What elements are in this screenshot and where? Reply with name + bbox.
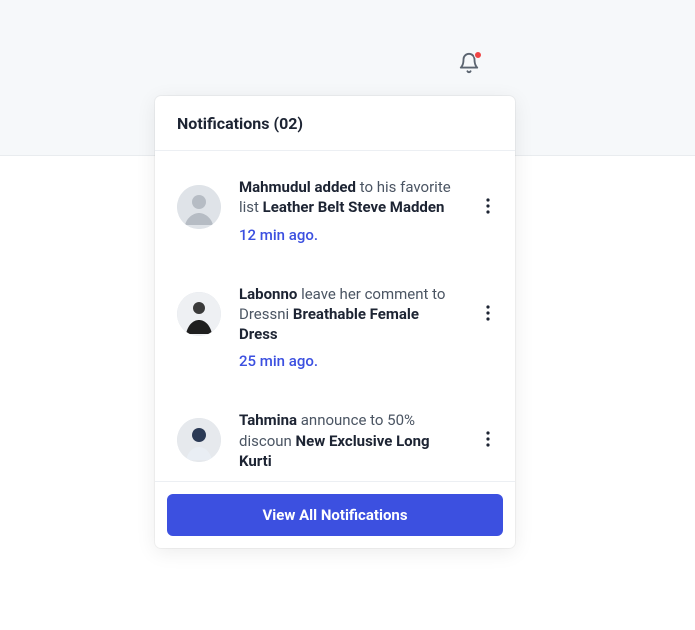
notification-item[interactable]: Tahmina announce to 50% discoun New Excl… [155, 388, 515, 481]
more-vertical-icon [486, 305, 490, 321]
notification-menu-button[interactable] [479, 304, 497, 322]
notification-indicator-dot [474, 51, 482, 59]
notification-item[interactable]: Mahmudul added to his favorite list Leat… [155, 155, 515, 262]
more-vertical-icon [486, 431, 490, 447]
notification-item[interactable]: Labonno leave her comment to Dressni Bre… [155, 262, 515, 389]
notifications-list[interactable]: Mahmudul added to his favorite list Leat… [155, 151, 515, 481]
more-vertical-icon [486, 198, 490, 214]
notifications-dropdown: Notifications (02) Mahmudul added to his… [155, 96, 515, 548]
notification-text: Labonno leave her comment to Dressni Bre… [239, 284, 461, 345]
dropdown-title: Notifications (02) [177, 114, 493, 133]
notifications-bell-button[interactable] [458, 52, 480, 76]
notification-text: Mahmudul added to his favorite list Leat… [239, 177, 461, 218]
notification-menu-button[interactable] [479, 430, 497, 448]
avatar [177, 292, 221, 336]
dropdown-header: Notifications (02) [155, 96, 515, 151]
notification-content: Mahmudul added to his favorite list Leat… [239, 177, 461, 244]
dropdown-footer: View All Notifications [155, 481, 515, 548]
avatar [177, 185, 221, 229]
avatar [177, 418, 221, 462]
notification-text: Tahmina announce to 50% discoun New Excl… [239, 410, 461, 471]
notification-time: 12 min ago. [239, 226, 461, 244]
notification-content: Labonno leave her comment to Dressni Bre… [239, 284, 461, 371]
notification-content: Tahmina announce to 50% discoun New Excl… [239, 410, 461, 479]
notification-time: 25 min ago. [239, 352, 461, 370]
view-all-button[interactable]: View All Notifications [167, 494, 503, 536]
notification-menu-button[interactable] [479, 197, 497, 215]
